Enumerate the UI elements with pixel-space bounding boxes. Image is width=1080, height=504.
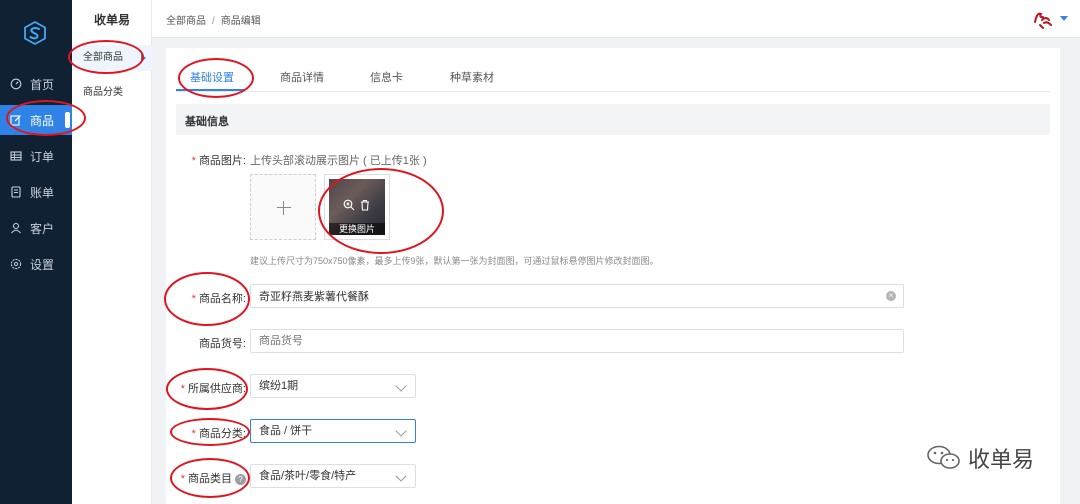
required-mark: * [191,293,196,305]
type-value: 食品/茶叶/零食/特产 [259,470,357,482]
tab-basic-settings[interactable]: 基础设置 [190,69,234,85]
type-label: * 商品类目? [166,470,246,486]
supplier-value: 缤纷1期 [259,380,299,392]
breadcrumb-current: 商品编辑 [220,16,261,27]
settings-icon [10,258,22,270]
chevron-down-icon[interactable] [1060,16,1068,21]
supplier-label: * 所属供应商: [166,380,246,396]
plus-icon-vertical [283,201,284,215]
app-title: 收单易 [93,13,130,27]
sidebar-item-label: 订单 [30,149,55,164]
main-sidebar: 首页 商品 订单 账单 客户 设置 [0,0,72,504]
upload-note: 建议上传尺寸为750x750像素，最多上传9张，默认第一张为封面图，可通过鼠标悬… [250,256,659,266]
plus-icon [277,207,291,208]
subnav-item-label: 全部商品 [83,52,123,63]
sidebar-item-label: 首页 [30,77,55,92]
required-mark: * [180,473,185,485]
active-tab-indicator [176,89,244,91]
sidebar-item-goods[interactable]: 商品 [0,105,72,135]
watermark-text: 收单易 [968,447,1035,472]
edit-icon [10,114,22,126]
category-value: 食品 / 饼干 [259,425,313,437]
user-icon [10,222,22,234]
wechat-icon [927,445,960,469]
images-hint: 上传头部滚动展示图片 ( 已上传1张 ) [250,155,427,167]
sidebar-item-label: 客户 [30,221,55,236]
sidebar-item-home[interactable]: 首页 [0,69,72,99]
required-mark: * [180,383,185,395]
sidebar-item-orders[interactable]: 订单 [0,141,72,171]
watermark: 收单易 [926,442,1034,474]
tabs-divider [176,91,1050,92]
supplier-select[interactable]: 缤纷1期 [250,374,416,398]
name-label-text: 商品名称: [198,293,246,305]
uploaded-image-card: 更换图片 [324,174,390,240]
subnav-item-categories[interactable]: 商品分类 [72,80,152,106]
subnav-item-all-goods[interactable]: 全部商品 [72,45,152,71]
breadcrumb-all-goods[interactable]: 全部商品 [166,16,206,27]
breadcrumb-separator: / [212,16,215,27]
images-label: * 商品图片: [166,152,246,168]
help-icon[interactable]: ? [235,473,246,485]
sku-input[interactable] [250,329,904,353]
images-label-text: 商品图片: [198,155,246,167]
active-indicator [65,112,70,128]
caret-right-icon [141,54,146,62]
category-label: * 商品分类: [166,425,246,441]
type-label-text: 商品类目 [188,473,232,485]
app-logo-icon[interactable] [22,20,48,46]
table-icon [10,150,22,162]
trash-icon[interactable] [359,199,371,211]
name-label: * 商品名称: [166,290,246,306]
dashboard-icon [10,78,22,90]
clear-icon[interactable]: × [886,291,896,301]
sidebar-item-settings[interactable]: 设置 [0,249,72,279]
category-label-text: 商品分类: [198,428,246,440]
section-title: 基础信息 [185,116,229,128]
required-mark: * [191,428,196,440]
product-name-input[interactable] [250,284,904,308]
product-thumbnail: 更换图片 [329,179,385,235]
supplier-label-text: 所属供应商: [187,383,246,395]
sidebar-item-label: 账单 [30,185,55,200]
tab-info-card[interactable]: 信息卡 [370,69,403,85]
breadcrumb: 全部商品 / 商品编辑 [166,12,261,27]
subnav-item-label: 商品分类 [83,87,123,98]
bill-icon [10,186,22,198]
edit-panel: 基础设置 商品详情 信息卡 种草素材 基础信息 * 商品图片: 上传头部滚动展示图… [166,48,1060,504]
sidebar-item-label: 设置 [30,257,55,272]
upload-image-button[interactable] [250,174,316,240]
tab-seeding-material[interactable]: 种草素材 [450,69,494,85]
required-mark: * [191,155,196,167]
sidebar-item-customers[interactable]: 客户 [0,213,72,243]
tab-goods-detail[interactable]: 商品详情 [280,69,324,85]
type-select[interactable]: 食品/茶叶/零食/特产 [250,464,416,488]
avatar[interactable] [1032,8,1054,30]
sidebar-item-bills[interactable]: 账单 [0,177,72,207]
replace-image-button[interactable]: 更换图片 [329,223,385,235]
sku-label: 商品货号: [198,338,246,350]
sidebar-item-label: 商品 [30,113,55,128]
zoom-in-icon[interactable] [343,199,355,211]
secondary-sidebar: 收单易 全部商品 商品分类 [72,0,152,504]
category-select[interactable]: 食品 / 饼干 [250,419,416,443]
section-header: 基础信息 [176,104,1050,135]
top-header: 全部商品 / 商品编辑 [152,0,1080,38]
